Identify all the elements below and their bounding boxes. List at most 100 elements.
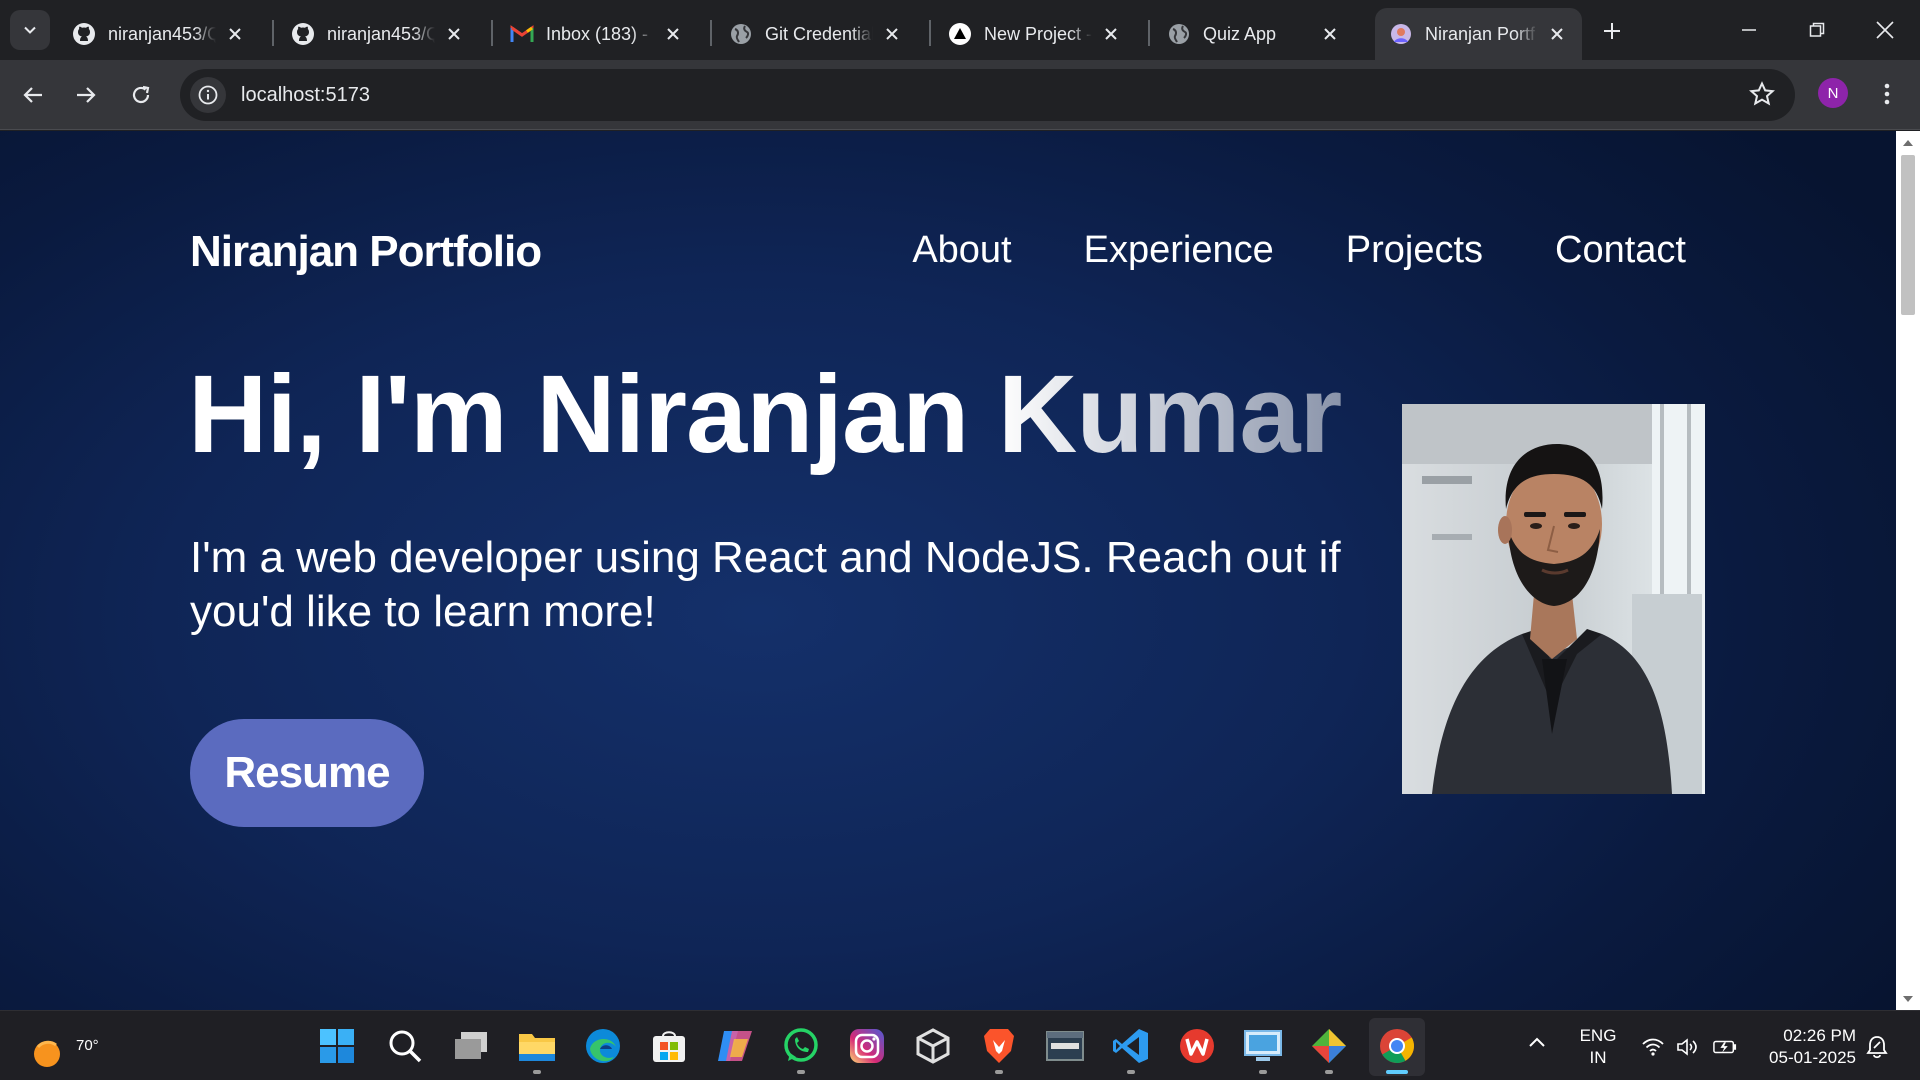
star-icon [1749,81,1775,106]
notification-center-button[interactable] [1866,1035,1888,1064]
show-hidden-icons-button[interactable] [1528,1035,1546,1053]
edge-icon [586,1029,620,1063]
battery-status[interactable] [1713,1035,1737,1059]
back-button[interactable] [13,75,53,115]
file-explorer-button[interactable] [515,1024,559,1068]
system-clock[interactable]: 02:26 PM 05-01-2025 [1752,1025,1856,1069]
close-icon[interactable] [1319,23,1341,45]
nav-link-experience[interactable]: Experience [1084,229,1274,272]
start-button[interactable] [315,1024,359,1068]
tab-github-2[interactable]: niranjan453/Q [277,8,479,60]
running-indicator [1325,1070,1333,1074]
close-icon[interactable] [1100,23,1122,45]
reload-button[interactable] [121,75,161,115]
wifi-icon [1642,1038,1664,1056]
vercel-icon [948,22,972,46]
browser-menu-button[interactable] [1872,76,1902,112]
minimize-button[interactable] [1724,10,1774,50]
tab-search-button[interactable] [10,10,50,50]
battery-charging-icon [1713,1040,1737,1054]
brave-button[interactable] [977,1024,1021,1068]
mysql-icon [1046,1031,1084,1061]
wps-icon [1180,1029,1214,1063]
site-nav: About Experience Projects Contact [912,229,1686,272]
brave-icon [984,1029,1014,1063]
weather-widget[interactable]: 70° [28,1025,99,1069]
arrow-right-icon [77,87,96,103]
close-icon [1876,21,1894,39]
tab-gmail[interactable]: Inbox (183) - n [496,8,698,60]
forward-button[interactable] [66,75,106,115]
new-tab-button[interactable] [1595,14,1629,48]
nav-link-projects[interactable]: Projects [1346,229,1483,272]
chevron-down-icon [24,26,36,34]
nav-link-about[interactable]: About [912,229,1011,272]
bookmark-button[interactable] [1749,81,1775,112]
tab-git-credential[interactable]: Git Credential [715,8,917,60]
region-code: IN [1589,1048,1607,1067]
url-text[interactable]: localhost:5173 [241,84,370,107]
whatsapp-icon [784,1028,818,1062]
tab-separator [929,20,931,46]
hero-description: I'm a web developer using React and Node… [190,533,1341,636]
tab-separator [1148,20,1150,46]
copilot-icon [718,1031,752,1061]
edge-button[interactable] [581,1024,625,1068]
react-favicon [1389,22,1413,46]
unity-button[interactable] [911,1024,955,1068]
scroll-up-icon[interactable] [1902,137,1914,149]
profile-photo [1402,404,1705,794]
tab-title: New Project - [984,23,1092,44]
globe-icon [729,22,753,46]
close-icon[interactable] [443,23,465,45]
close-window-button[interactable] [1860,10,1910,50]
copilot-button[interactable] [713,1024,757,1068]
tab-quiz-app[interactable]: Quiz App [1153,8,1355,60]
instagram-button[interactable] [845,1024,889,1068]
tab-title: Inbox (183) - n [546,23,654,44]
address-bar[interactable]: localhost:5173 [180,69,1795,121]
wps-office-button[interactable] [1175,1024,1219,1068]
close-icon[interactable] [224,23,246,45]
chrome-icon [1380,1029,1414,1063]
github-icon [72,22,96,46]
chevron-up-icon [1529,1037,1545,1047]
language-indicator[interactable]: ENG IN [1578,1025,1618,1069]
start-icon [320,1029,354,1063]
restore-button[interactable] [1792,10,1842,50]
scroll-down-icon[interactable] [1902,993,1914,1005]
git-gui-button[interactable] [1307,1024,1351,1068]
tab-portfolio[interactable]: Niranjan Portf [1375,8,1582,60]
volume-status[interactable] [1676,1035,1700,1059]
tab-separator [710,20,712,46]
profile-avatar[interactable]: N [1818,78,1848,108]
close-icon[interactable] [662,23,684,45]
github-icon [291,22,315,46]
scroll-thumb[interactable] [1901,155,1915,315]
git-icon [1312,1029,1346,1063]
mysql-workbench-button[interactable] [1043,1024,1087,1068]
wifi-status[interactable] [1641,1035,1665,1059]
whatsapp-button[interactable] [779,1024,823,1068]
tab-github-1[interactable]: niranjan453/Q [58,8,260,60]
resume-button[interactable]: Resume [190,719,424,827]
task-view-button[interactable] [449,1024,493,1068]
clock-date: 05-01-2025 [1769,1048,1856,1067]
taskbar-search[interactable] [383,1024,427,1068]
site-logo[interactable]: Niranjan Portfolio [190,227,542,277]
search-icon [389,1030,422,1063]
close-icon[interactable] [881,23,903,45]
close-icon[interactable] [1546,23,1568,45]
nav-link-contact[interactable]: Contact [1555,229,1686,272]
notification-bell-icon [1866,1036,1888,1059]
page-scrollbar[interactable] [1896,131,1920,1010]
store-icon [653,1031,685,1062]
plus-icon [1604,23,1620,39]
store-button[interactable] [647,1024,691,1068]
remote-desktop-button[interactable] [1241,1024,1285,1068]
tab-new-project[interactable]: New Project - [934,8,1136,60]
speaker-icon [1677,1038,1697,1056]
site-info-button[interactable] [190,77,226,113]
vscode-button[interactable] [1109,1024,1153,1068]
chrome-button[interactable] [1375,1024,1419,1068]
